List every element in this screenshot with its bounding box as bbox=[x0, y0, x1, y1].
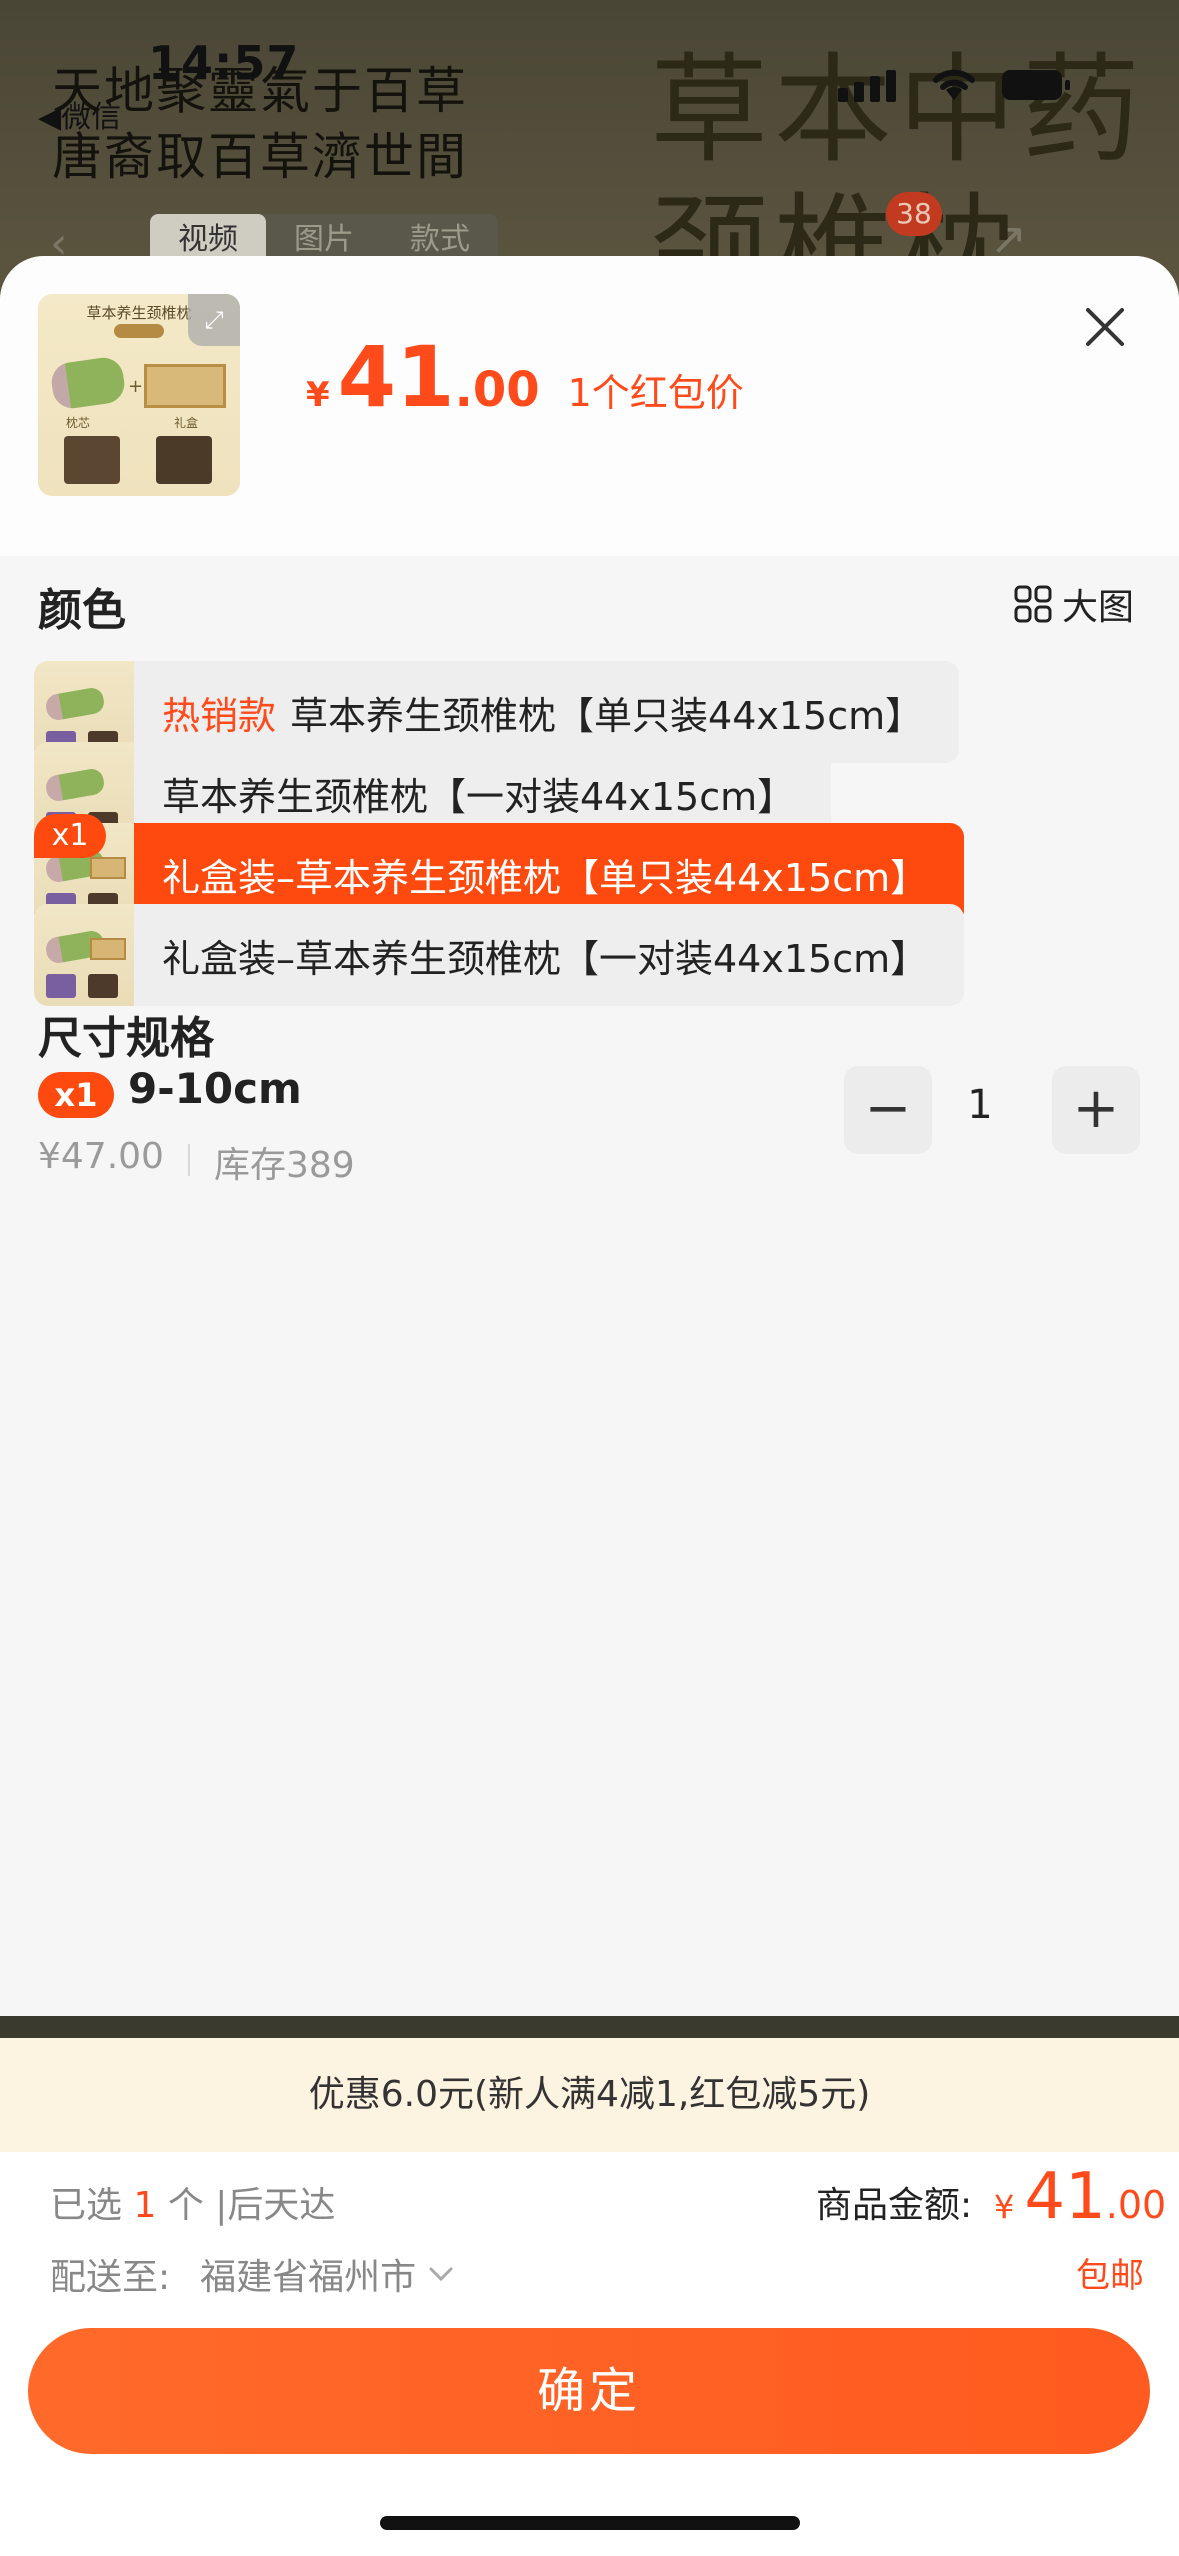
total-label: 商品金额: bbox=[816, 2185, 973, 2226]
option-label: 礼盒装–草本养生颈椎枕【一对装44x15cm】 bbox=[134, 928, 964, 983]
option-text: 草本养生颈椎枕【一对装44x15cm】 bbox=[162, 774, 796, 819]
selected-count: 1 bbox=[133, 2185, 157, 2226]
back-to-app-link[interactable]: ◀微信 bbox=[38, 92, 121, 136]
size-quantity-badge: x1 bbox=[38, 1072, 114, 1118]
size-section-title: 尺寸规格 bbox=[38, 1013, 214, 1064]
ship-location: 福建省福州市 bbox=[200, 2257, 417, 2298]
price-display: ¥ 41 .00 1个红包价 bbox=[306, 328, 744, 426]
grid-icon bbox=[1014, 585, 1052, 623]
size-name: 9-10cm bbox=[128, 1064, 302, 1113]
option-label: 热销款 草本养生颈椎枕【单只装44x15cm】 bbox=[134, 685, 959, 740]
cart-count-badge: 38 bbox=[886, 192, 942, 236]
size-option-row[interactable]: x1 9-10cm ¥47.00 库存389 − 1 + bbox=[38, 1064, 1142, 1186]
option-label: 礼盒装–草本养生颈椎枕【单只装44x15cm】 bbox=[134, 847, 964, 902]
thumbnail-photo-1 bbox=[64, 436, 120, 484]
total-currency: ¥ bbox=[994, 2188, 1015, 2226]
thumbnail-photo-2 bbox=[156, 436, 212, 484]
expand-icon[interactable]: ⤢ bbox=[188, 294, 240, 346]
option-text: 礼盒装–草本养生颈椎枕【单只装44x15cm】 bbox=[162, 855, 929, 900]
selected-quantity-badge: x1 bbox=[34, 814, 106, 858]
plus-glyph: + bbox=[128, 376, 144, 397]
gift-box-image bbox=[144, 364, 226, 408]
wifi-icon bbox=[933, 69, 975, 100]
selected-summary: 已选 1 个 |后天达 bbox=[50, 2176, 335, 2228]
confirm-button[interactable]: 确定 bbox=[28, 2328, 1150, 2454]
status-bar: 14:57 ◀微信 bbox=[0, 0, 1179, 135]
checkout-footer: 已选 1 个 |后天达 商品金额: ¥ 41 .00 配送至: 福建省福州市 包… bbox=[0, 2152, 1179, 2556]
color-option-4[interactable]: 礼盒装–草本养生颈椎枕【一对装44x15cm】 bbox=[34, 904, 965, 1006]
shipping-address[interactable]: 配送至: 福建省福州市 bbox=[50, 2248, 454, 2300]
thumbnail-label-left: 枕芯 bbox=[66, 416, 91, 430]
total-integer: 41 bbox=[1024, 2160, 1106, 2234]
option-label: 草本养生颈椎枕【一对装44x15cm】 bbox=[134, 766, 831, 821]
hot-sale-tag: 热销款 bbox=[162, 693, 277, 738]
close-icon[interactable] bbox=[1082, 304, 1128, 350]
selected-suffix: 个 |后天达 bbox=[167, 2185, 336, 2226]
sku-selector-sheet: 草本养生颈椎枕 + 枕芯 礼盒 ⤢ ¥ 41 .00 1个红包价 颜色 大图 热… bbox=[0, 256, 1179, 2016]
increase-quantity-button[interactable]: + bbox=[1052, 1066, 1140, 1154]
option-text: 礼盒装–草本养生颈椎枕【一对装44x15cm】 bbox=[162, 936, 929, 981]
sheet-header: 草本养生颈椎枕 + 枕芯 礼盒 ⤢ ¥ 41 .00 1个红包价 bbox=[0, 256, 1179, 556]
promo-banner: 优惠6.0元(新人满4减1,红包减5元) bbox=[0, 2038, 1179, 2152]
price-currency: ¥ bbox=[306, 375, 330, 415]
free-shipping-label: 包邮 bbox=[1076, 2256, 1144, 2296]
quantity-value[interactable]: 1 bbox=[950, 1082, 1010, 1128]
ship-label: 配送至: bbox=[50, 2257, 171, 2298]
thumbnail-pill bbox=[114, 324, 164, 338]
status-time: 14:57 bbox=[148, 36, 300, 90]
decrease-quantity-button[interactable]: − bbox=[844, 1066, 932, 1154]
option-text: 草本养生颈椎枕【单只装44x15cm】 bbox=[290, 693, 924, 738]
total-decimal: .00 bbox=[1105, 2183, 1167, 2227]
divider bbox=[188, 1144, 190, 1176]
price-tag: 1个红包价 bbox=[567, 371, 744, 415]
battery-icon bbox=[1002, 70, 1070, 100]
selected-prefix: 已选 bbox=[50, 2185, 123, 2226]
size-price: ¥47.00 bbox=[38, 1136, 164, 1177]
pillow-image bbox=[49, 355, 127, 411]
thumbnail-label-right: 礼盒 bbox=[174, 416, 199, 430]
price-integer: 41 bbox=[337, 328, 455, 426]
color-section-title: 颜色 bbox=[38, 585, 126, 636]
price-decimal: .00 bbox=[454, 362, 540, 418]
big-image-label: 大图 bbox=[1062, 587, 1135, 628]
total-amount: ¥ 41 .00 bbox=[994, 2160, 1166, 2234]
size-stock: 库存389 bbox=[214, 1145, 355, 1186]
home-indicator bbox=[380, 2516, 800, 2530]
big-image-toggle[interactable]: 大图 bbox=[1014, 578, 1134, 630]
option-thumbnail bbox=[34, 904, 134, 1006]
chevron-down-icon bbox=[429, 2267, 453, 2282]
cellular-signal-icon bbox=[838, 70, 896, 102]
